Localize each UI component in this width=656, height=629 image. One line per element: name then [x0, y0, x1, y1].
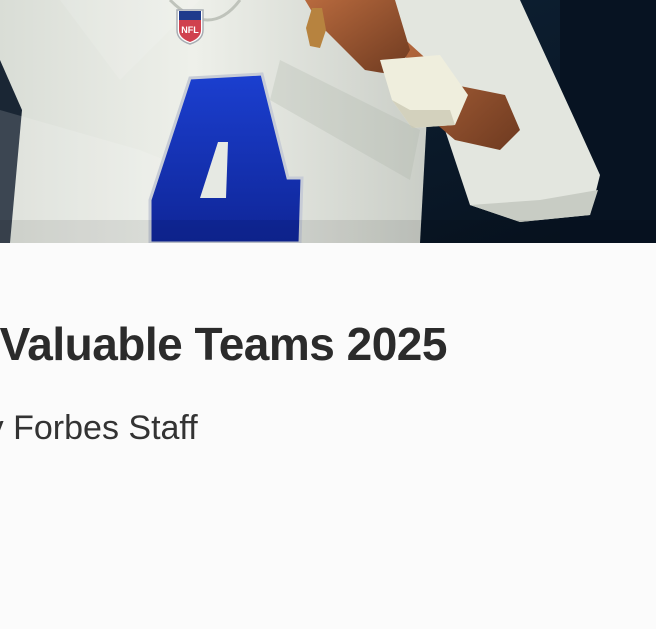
nfl-shield-icon: NFL [176, 9, 204, 45]
article-title[interactable]: Most Valuable Teams 2025 [0, 314, 447, 374]
article-byline: By Forbes Staff [0, 409, 198, 447]
hero-image[interactable]: NFL [0, 0, 656, 243]
article-card[interactable]: NFL Most Valuable Teams 2025 By Forbes S… [0, 0, 656, 629]
nfl-badge-text: NFL [181, 25, 199, 35]
football-player-photo: NFL [0, 0, 656, 243]
